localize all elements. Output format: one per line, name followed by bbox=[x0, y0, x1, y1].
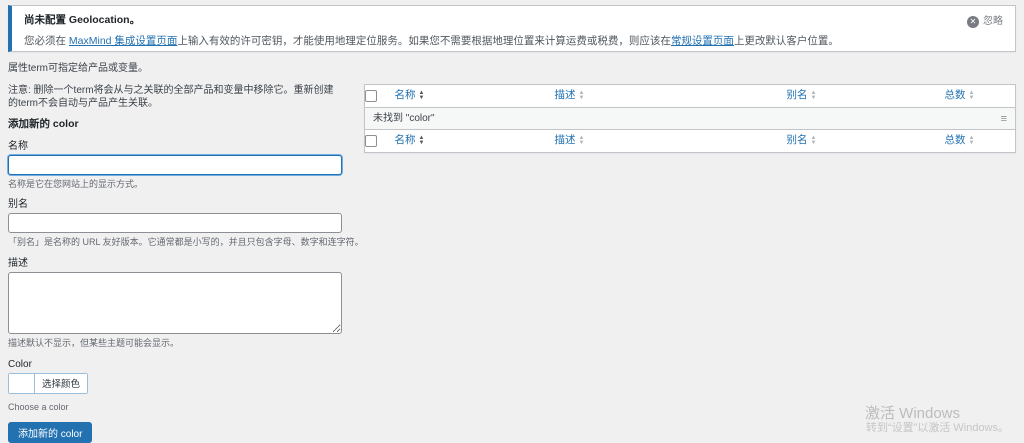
general-settings-link[interactable]: 常规设置页面 bbox=[671, 35, 734, 47]
select-color-button[interactable]: 选择颜色 bbox=[35, 373, 88, 393]
sort-arrows-icon: ▲ ▼ bbox=[968, 90, 975, 101]
column-label-count: 总数 bbox=[944, 134, 966, 147]
color-picker[interactable]: 选择颜色 bbox=[8, 372, 89, 394]
empty-results-row: 未找到 "color" ≡ bbox=[364, 107, 1016, 130]
column-label-name: 名称 bbox=[394, 134, 416, 147]
add-term-submit-button[interactable]: 添加新的 color bbox=[8, 422, 93, 443]
notice-body: 您必须在 MaxMind 集成设置页面上输入有效的许可密钥，才能使用地理定位服务… bbox=[24, 35, 925, 49]
slug-hint: 「别名」是名称的 URL 友好版本。它通常都是小写的，并且只包含字母、数字和连字… bbox=[8, 237, 364, 248]
empty-results-message: 未找到 "color" bbox=[373, 113, 435, 124]
column-label-slug: 别名 bbox=[786, 89, 808, 102]
table-footer: 名称 ▲ ▼ 描述 ▲ ▼ 别名 ▲ ▼ 总数 ▲ ▼ bbox=[364, 129, 1016, 153]
sort-arrows-icon: ▲ ▼ bbox=[418, 135, 425, 146]
table-header-row: 名称 ▲ ▼ 描述 ▲ ▼ 别名 ▲ ▼ 总数 ▲ ▼ bbox=[364, 84, 1016, 108]
dismiss-icon: ✕ bbox=[967, 15, 979, 28]
column-label-count: 总数 bbox=[944, 89, 966, 102]
name-label: 名称 bbox=[8, 140, 28, 152]
sort-arrows-icon: ▲ ▼ bbox=[578, 135, 585, 146]
notice-text-2: 上输入有效的许可密钥，才能使用地理定位服务。如果您不需要根据地理位置来计算运费或… bbox=[177, 34, 671, 47]
sort-by-slug[interactable]: 别名 ▲ ▼ bbox=[787, 89, 817, 103]
windows-activation-watermark-line2: 转到“设置”以激活 Windows。 bbox=[866, 422, 1010, 434]
notice-text-3: 上更改默认客户位置。 bbox=[733, 34, 839, 47]
column-label-description: 描述 bbox=[554, 134, 576, 147]
sort-by-description[interactable]: 描述 ▲ ▼ bbox=[555, 89, 585, 103]
sort-by-name[interactable]: 名称 ▲ ▼ bbox=[395, 134, 425, 148]
geolocation-notice: 尚未配置 Geolocation。 您必须在 MaxMind 集成设置页面上输入… bbox=[8, 5, 1016, 52]
add-term-panel: 属性term可指定给产品或变量。 注意: 删除一个term将会从与之关联的全部产… bbox=[8, 62, 364, 443]
description-textarea[interactable] bbox=[8, 272, 342, 335]
attribute-intro-text: 属性term可指定给产品或变量。 bbox=[8, 63, 148, 74]
sort-arrows-icon: ▲ ▼ bbox=[810, 135, 817, 146]
sort-arrows-icon: ▲ ▼ bbox=[418, 90, 425, 101]
description-hint: 描述默认不显示，但某些主题可能会显示。 bbox=[8, 338, 180, 349]
sort-by-description[interactable]: 描述 ▲ ▼ bbox=[555, 134, 585, 148]
maxmind-settings-link[interactable]: MaxMind 集成设置页面 bbox=[69, 35, 178, 47]
description-label: 描述 bbox=[8, 258, 28, 270]
column-label-name: 名称 bbox=[394, 89, 416, 102]
add-term-heading: 添加新的 color bbox=[8, 118, 79, 130]
color-swatch bbox=[9, 373, 35, 393]
sort-by-count[interactable]: 总数 ▲ ▼ bbox=[945, 89, 975, 103]
slug-label: 别名 bbox=[8, 199, 28, 211]
table-header: 名称 ▲ ▼ 描述 ▲ ▼ 别名 ▲ ▼ 总数 ▲ ▼ bbox=[364, 84, 1016, 108]
sort-by-slug[interactable]: 别名 ▲ ▼ bbox=[787, 134, 817, 148]
attribute-note-text: 注意: 删除一个term将会从与之关联的全部产品和变量中移除它。重新创建的ter… bbox=[8, 85, 334, 109]
notice-text-1: 您必须在 bbox=[24, 34, 69, 47]
select-all-checkbox[interactable] bbox=[365, 89, 377, 102]
sort-arrows-icon: ▲ ▼ bbox=[578, 90, 585, 101]
drag-handle-icon[interactable]: ≡ bbox=[1001, 113, 1007, 124]
name-hint: 名称是它在您网站上的显示方式。 bbox=[8, 178, 144, 189]
column-label-description: 描述 bbox=[554, 89, 576, 102]
terms-table: 名称 ▲ ▼ 描述 ▲ ▼ 别名 ▲ ▼ 总数 ▲ ▼ 未找到 "color" ≡ 名称 ▲ ▼ 描… bbox=[364, 84, 1016, 153]
sort-by-name[interactable]: 名称 ▲ ▼ bbox=[395, 89, 425, 103]
name-input[interactable] bbox=[8, 154, 342, 175]
color-hint: Choose a color bbox=[8, 401, 69, 412]
select-all-checkbox[interactable] bbox=[365, 134, 377, 147]
sort-arrows-icon: ▲ ▼ bbox=[968, 135, 975, 146]
slug-input[interactable] bbox=[8, 213, 342, 234]
color-label: Color bbox=[8, 358, 32, 370]
column-label-slug: 别名 bbox=[786, 134, 808, 147]
notice-title: 尚未配置 Geolocation。 bbox=[24, 14, 141, 26]
table-footer-row: 名称 ▲ ▼ 描述 ▲ ▼ 别名 ▲ ▼ 总数 ▲ ▼ bbox=[364, 129, 1016, 153]
dismiss-label: 忽略 bbox=[983, 16, 1003, 27]
sort-arrows-icon: ▲ ▼ bbox=[810, 90, 817, 101]
sort-by-count[interactable]: 总数 ▲ ▼ bbox=[945, 134, 975, 148]
dismiss-notice-button[interactable]: ✕ 忽略 bbox=[967, 15, 1003, 28]
